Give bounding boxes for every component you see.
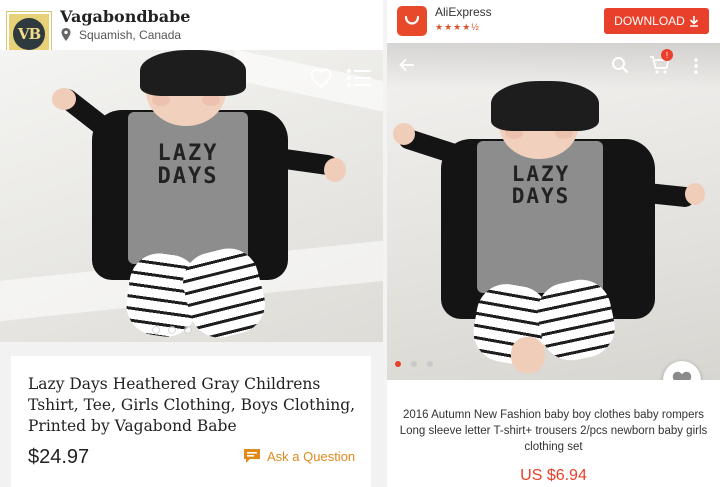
app-rating-stars: ★★★★½ — [435, 22, 480, 32]
carousel-dot[interactable] — [395, 361, 401, 367]
carousel-dot[interactable] — [427, 361, 433, 367]
product-price: US $6.94 — [520, 467, 587, 484]
download-label: DOWNLOAD — [614, 14, 685, 28]
etsy-listing-panel: VB Vagabondbabe Squamish, Canada LAZY DA… — [0, 0, 383, 487]
app-banner: AliExpress ★★★★½ DOWNLOAD — [387, 0, 720, 43]
product-price: $24.97 — [28, 446, 90, 468]
screenshot-root: VB Vagabondbabe Squamish, Canada LAZY DA… — [0, 0, 720, 487]
shop-name[interactable]: Vagabondbabe — [60, 7, 190, 26]
back-arrow-icon[interactable] — [399, 57, 415, 73]
download-button[interactable]: DOWNLOAD — [604, 8, 709, 34]
shop-location: Squamish, Canada — [79, 28, 182, 42]
carousel-dot[interactable] — [168, 326, 176, 334]
carousel-dot[interactable] — [411, 361, 417, 367]
image-carousel-dots[interactable] — [395, 361, 433, 367]
right-hand — [685, 183, 705, 205]
product-title: Lazy Days Heathered Gray Childrens Tshir… — [28, 375, 356, 435]
shop-header[interactable]: VB Vagabondbabe Squamish, Canada — [0, 0, 383, 56]
left-hand — [52, 88, 76, 110]
list-icon[interactable] — [346, 68, 372, 88]
right-hand — [324, 158, 346, 182]
product-photo[interactable]: LAZY DAYS — [387, 43, 720, 380]
shirt-print-line2: DAYS — [511, 184, 571, 209]
shop-avatar-text: VB — [13, 18, 45, 50]
shirt-print: LAZY DAYS — [489, 163, 593, 207]
favorite-heart-icon — [672, 371, 692, 380]
cart-badge: ! — [661, 49, 673, 61]
aliexpress-logo-icon — [397, 6, 427, 36]
product-photo[interactable]: LAZY DAYS — [0, 50, 383, 342]
shirt-print-line2: DAYS — [157, 164, 219, 190]
baby-photo-subject: LAZY DAYS — [387, 43, 720, 380]
aliexpress-listing-panel: AliExpress ★★★★½ DOWNLOAD LAZY DAYS ! 20… — [387, 0, 720, 487]
ask-question-button[interactable]: Ask a Question — [243, 448, 355, 464]
black-beanie — [140, 50, 246, 96]
product-description: 2016 Autumn New Fashion baby boy clothes… — [399, 409, 708, 453]
shirt-print-line1: LAZY — [157, 141, 219, 166]
more-vert-icon[interactable] — [693, 57, 699, 75]
app-name: AliExpress — [435, 5, 492, 19]
shirt-print: LAZY DAYS — [138, 142, 238, 188]
left-hand — [393, 123, 415, 145]
search-icon[interactable] — [611, 56, 629, 74]
ask-question-label: Ask a Question — [267, 448, 356, 464]
shirt-print-line1: LAZY — [511, 162, 571, 186]
baby-feet — [511, 337, 545, 373]
image-carousel-dots[interactable] — [152, 326, 192, 334]
heart-icon[interactable] — [310, 68, 332, 88]
baby-photo-subject: LAZY DAYS — [0, 50, 383, 342]
ask-question-icon — [244, 449, 260, 463]
aliexpress-smile-icon — [404, 15, 420, 25]
carousel-dot[interactable] — [152, 326, 160, 334]
product-info-card: Lazy Days Heathered Gray Childrens Tshir… — [11, 356, 371, 487]
location-pin-icon — [61, 28, 71, 41]
download-arrow-icon — [689, 15, 698, 27]
carousel-dot[interactable] — [184, 326, 192, 334]
